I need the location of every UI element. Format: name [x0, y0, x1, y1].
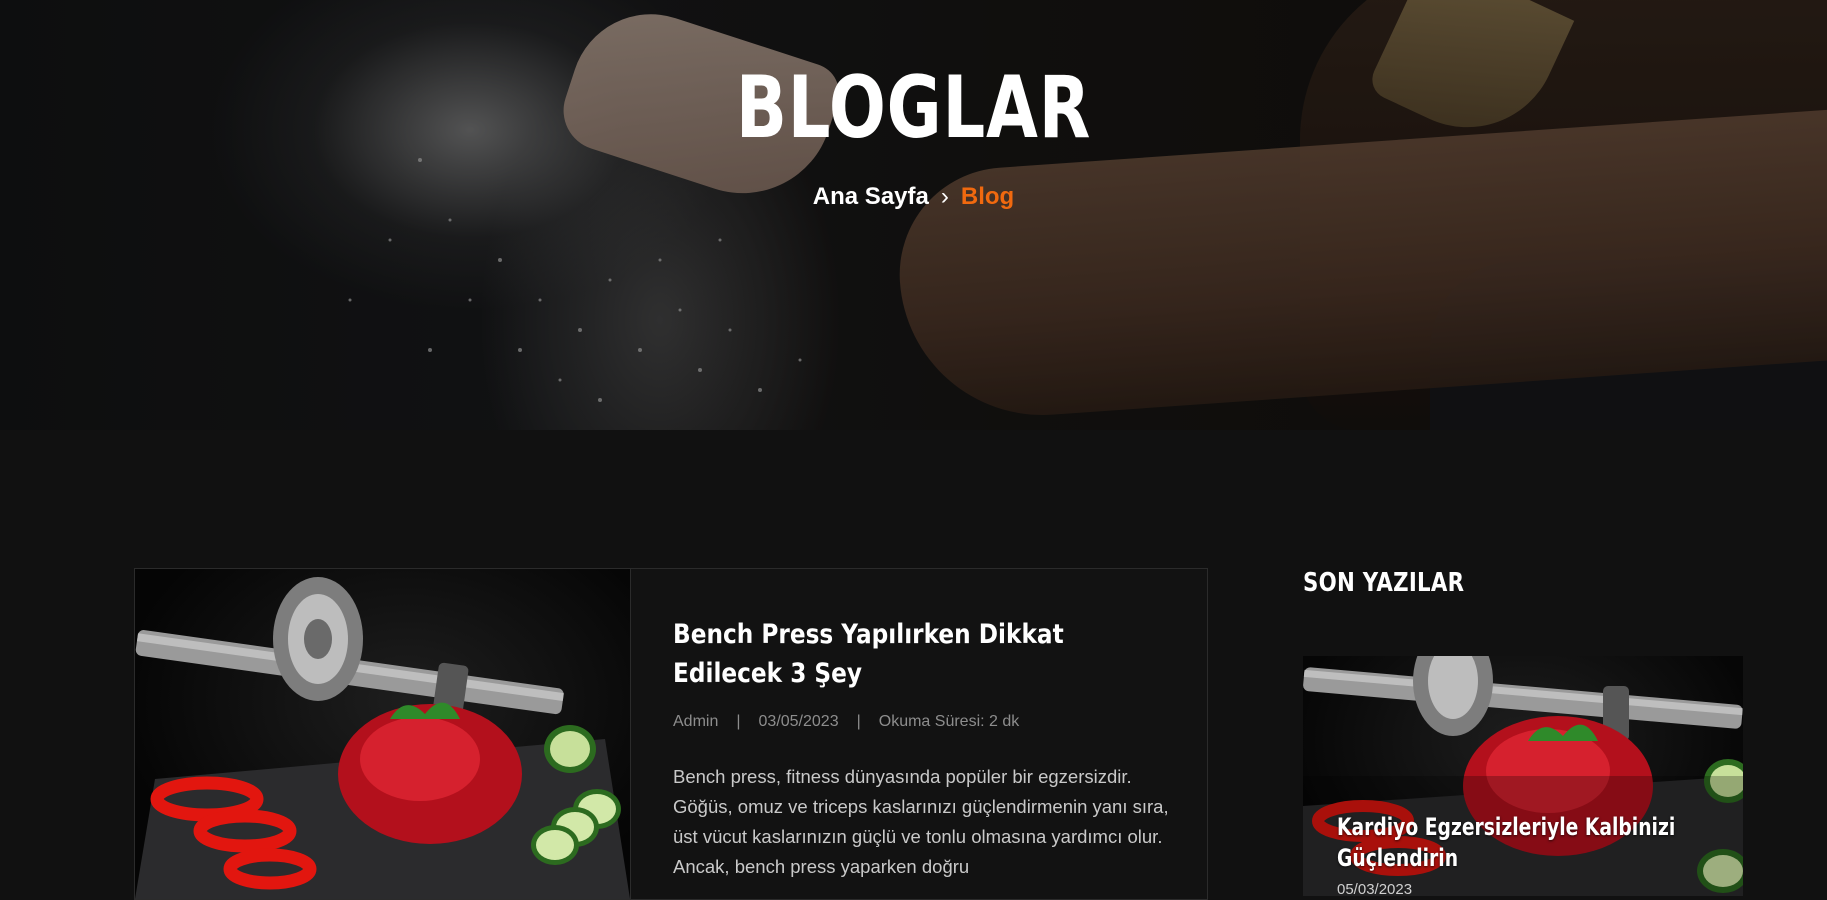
post-title-link[interactable]: Bench Press Yapılırken Dikkat Edilecek 3… [673, 615, 1150, 693]
sidebar-heading: SON YAZILAR [1303, 568, 1465, 598]
recent-post-date: 05/03/2023 [1337, 881, 1413, 896]
post-author[interactable]: Admin [673, 713, 718, 730]
post-thumbnail[interactable] [135, 569, 630, 899]
page-title: BLOGLAR [735, 58, 1092, 158]
post-reading-time: Okuma Süresi: 2 dk [878, 713, 1020, 730]
post-meta: Admin | 03/05/2023 | Okuma Süresi: 2 dk [673, 713, 1019, 731]
blog-post-card: Bench Press Yapılırken Dikkat Edilecek 3… [134, 568, 1208, 900]
post-content: Bench Press Yapılırken Dikkat Edilecek 3… [630, 569, 1207, 899]
post-excerpt: Bench press, fitness dünyasında popüler … [673, 766, 1169, 877]
recent-post-title[interactable]: Kardiyo Egzersizleriyle Kalbinizi Güçlen… [1337, 812, 1743, 874]
meta-separator: | [736, 713, 741, 730]
dumbbell-meat-illustration [135, 577, 630, 899]
recent-post-card[interactable]: Kardiyo Egzersizleriyle Kalbinizi Güçlen… [1303, 656, 1743, 896]
breadcrumb-current: Blog [960, 183, 1015, 210]
chevron-right-icon: › [940, 183, 949, 210]
breadcrumb: Ana Sayfa › Blog [0, 183, 1827, 211]
hero-banner: BLOGLAR Ana Sayfa › Blog [0, 0, 1827, 430]
meta-separator: | [856, 713, 861, 730]
breadcrumb-home-link[interactable]: Ana Sayfa [813, 183, 929, 210]
post-date: 03/05/2023 [758, 713, 839, 730]
